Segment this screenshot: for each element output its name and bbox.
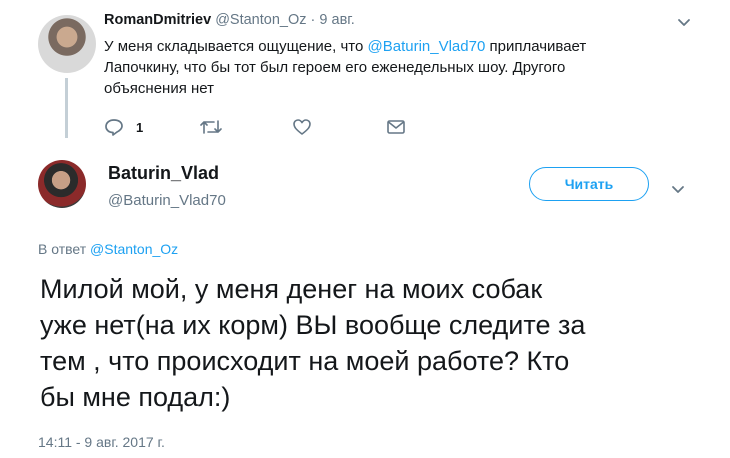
- mention-link[interactable]: @Baturin_Vlad70: [368, 38, 486, 55]
- reply-prefix: В ответ: [38, 241, 91, 257]
- tweet-timestamp[interactable]: 14:11 - 9 авг. 2017 г.: [38, 434, 165, 450]
- main-author-handle[interactable]: @Baturin_Vlad70: [108, 192, 226, 209]
- chevron-down-icon[interactable]: [670, 181, 686, 197]
- reply-to-link[interactable]: @Stanton_Oz: [90, 241, 178, 257]
- parent-tweet-actions: 1: [104, 118, 424, 138]
- main-tweet-text: Милой мой, у меня денег на моих собак уж…: [40, 274, 586, 412]
- retweet-icon[interactable]: [200, 118, 222, 136]
- chevron-down-icon[interactable]: [676, 14, 692, 30]
- follow-button[interactable]: Читать: [529, 167, 649, 201]
- parent-tweet-date[interactable]: 9 авг.: [319, 12, 354, 28]
- parent-tweet-header: RomanDmitriev @Stanton_Oz · 9 авг.: [104, 12, 355, 28]
- parent-author-handle[interactable]: @Stanton_Oz: [215, 12, 306, 28]
- main-author-name[interactable]: Baturin_Vlad: [108, 163, 219, 184]
- parent-text-before: У меня складывается ощущение, что: [104, 38, 368, 55]
- reply-count: 1: [136, 120, 144, 135]
- parent-tweet-text: У меня складывается ощущение, что @Batur…: [104, 36, 644, 99]
- direct-message-icon[interactable]: [386, 119, 406, 135]
- reply-context: В ответ @Stanton_Oz: [38, 241, 178, 257]
- reply-icon[interactable]: [104, 118, 124, 136]
- thread-connector-line: [65, 78, 68, 138]
- like-icon[interactable]: [292, 118, 312, 136]
- meta-separator: ·: [310, 12, 316, 28]
- parent-author-avatar[interactable]: [38, 15, 96, 73]
- parent-author-name[interactable]: RomanDmitriev: [104, 12, 211, 28]
- main-author-avatar[interactable]: [38, 160, 86, 208]
